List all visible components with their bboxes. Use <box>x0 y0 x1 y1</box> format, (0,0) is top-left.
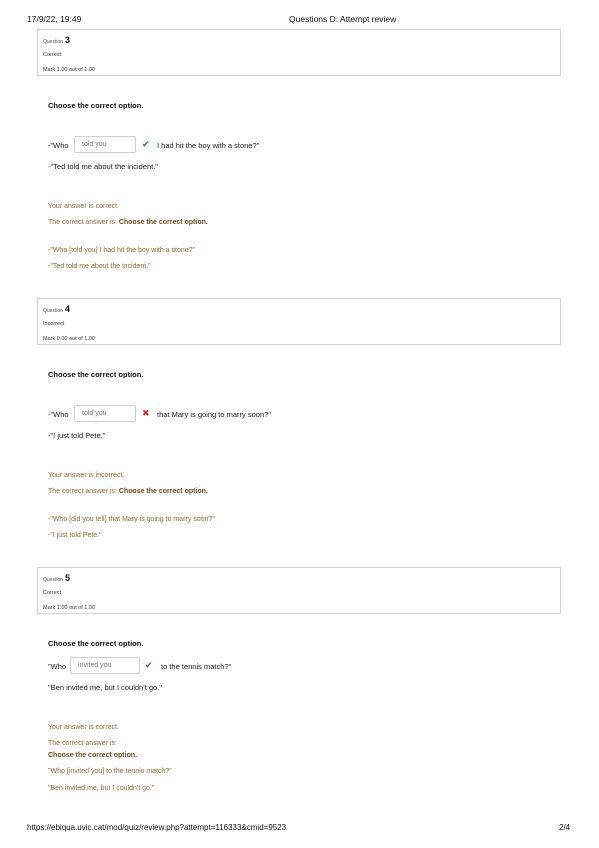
question-info-box: Question 3 Correct Mark 1.00 out of 1.00 <box>37 29 561 76</box>
question-info-box: Question 4 Incorrect Mark 0.00 out of 1.0… <box>37 298 561 345</box>
answer-field[interactable]: told you <box>74 405 136 422</box>
feedback-text: Your answer is correct. <box>48 724 119 731</box>
question-state: Correct <box>43 52 62 58</box>
page-url: https://ebiqua.uvic.cat/mod/quiz/review.… <box>27 823 287 832</box>
check-icon: ✔ <box>145 660 153 670</box>
solution-reply: -"I just told Pete." <box>48 532 102 539</box>
question-text-after: I had hit the boy with a stone?" <box>157 141 260 150</box>
correct-answer-line: The correct answer is: Choose the correc… <box>48 219 208 226</box>
solution-reply: "Ben invited me, but I couldn't go." <box>48 785 155 792</box>
question-prompt: Choose the correct option. <box>48 101 144 110</box>
page-title: Questions D: Attempt review <box>289 14 397 24</box>
solution-reply: -"Ted told me about the incident." <box>48 263 151 270</box>
question-prompt: Choose the correct option. <box>48 639 144 648</box>
question-text-after: to the tennis match?" <box>161 662 232 671</box>
feedback-text: Your answer is correct. <box>48 203 119 210</box>
question-reply: -"I just told Pete." <box>48 431 106 440</box>
question-reply: -"Ted told me about the incident." <box>48 162 158 171</box>
question-mark: Mark 1.00 out of 1.00 <box>43 67 95 73</box>
question-info-box: Question 5 Correct Mark 1.00 out of 1.00 <box>37 567 561 614</box>
question-state: Incorrect <box>43 321 65 327</box>
answer-field[interactable]: invited you <box>70 657 140 674</box>
question-state: Correct <box>43 590 62 596</box>
answer-field[interactable]: told you <box>74 136 136 153</box>
question-prompt: Choose the correct option. <box>48 370 144 379</box>
question-mark: Mark 0.00 out of 1.00 <box>43 336 95 342</box>
check-icon: ✔ <box>142 139 150 149</box>
question-number: Question 4 <box>43 304 71 314</box>
question-number: Question 3 <box>43 35 71 45</box>
solution-line: -"Who [did you tell] that Mary is going … <box>48 516 215 523</box>
solution-line: "Who [invited you] to the tennis match?" <box>48 768 172 775</box>
question-text-before: -"Who <box>48 410 69 419</box>
question-mark: Mark 1.00 out of 1.00 <box>43 605 95 611</box>
feedback-text: Your answer is incorrect. <box>48 472 125 479</box>
correct-answer-line: The correct answer is: Choose the correc… <box>48 488 208 495</box>
correct-answer-prefix: The correct answer is: <box>48 740 117 747</box>
page-number: 2/4 <box>559 823 571 832</box>
correct-answer-text: Choose the correct option. <box>48 752 138 759</box>
cross-icon: ✖ <box>142 408 150 418</box>
print-datetime: 17/9/22, 19:49 <box>27 14 82 24</box>
question-text-before: "Who <box>48 662 67 671</box>
question-number: Question 5 <box>43 573 71 583</box>
question-text-after: that Mary is going to marry soon?" <box>157 410 271 419</box>
question-reply: "Ben invited me, but I couldn't go." <box>48 683 162 692</box>
solution-line: -"Who [told you] I had hit the boy with … <box>48 247 195 254</box>
question-text-before: -"Who <box>48 141 69 150</box>
